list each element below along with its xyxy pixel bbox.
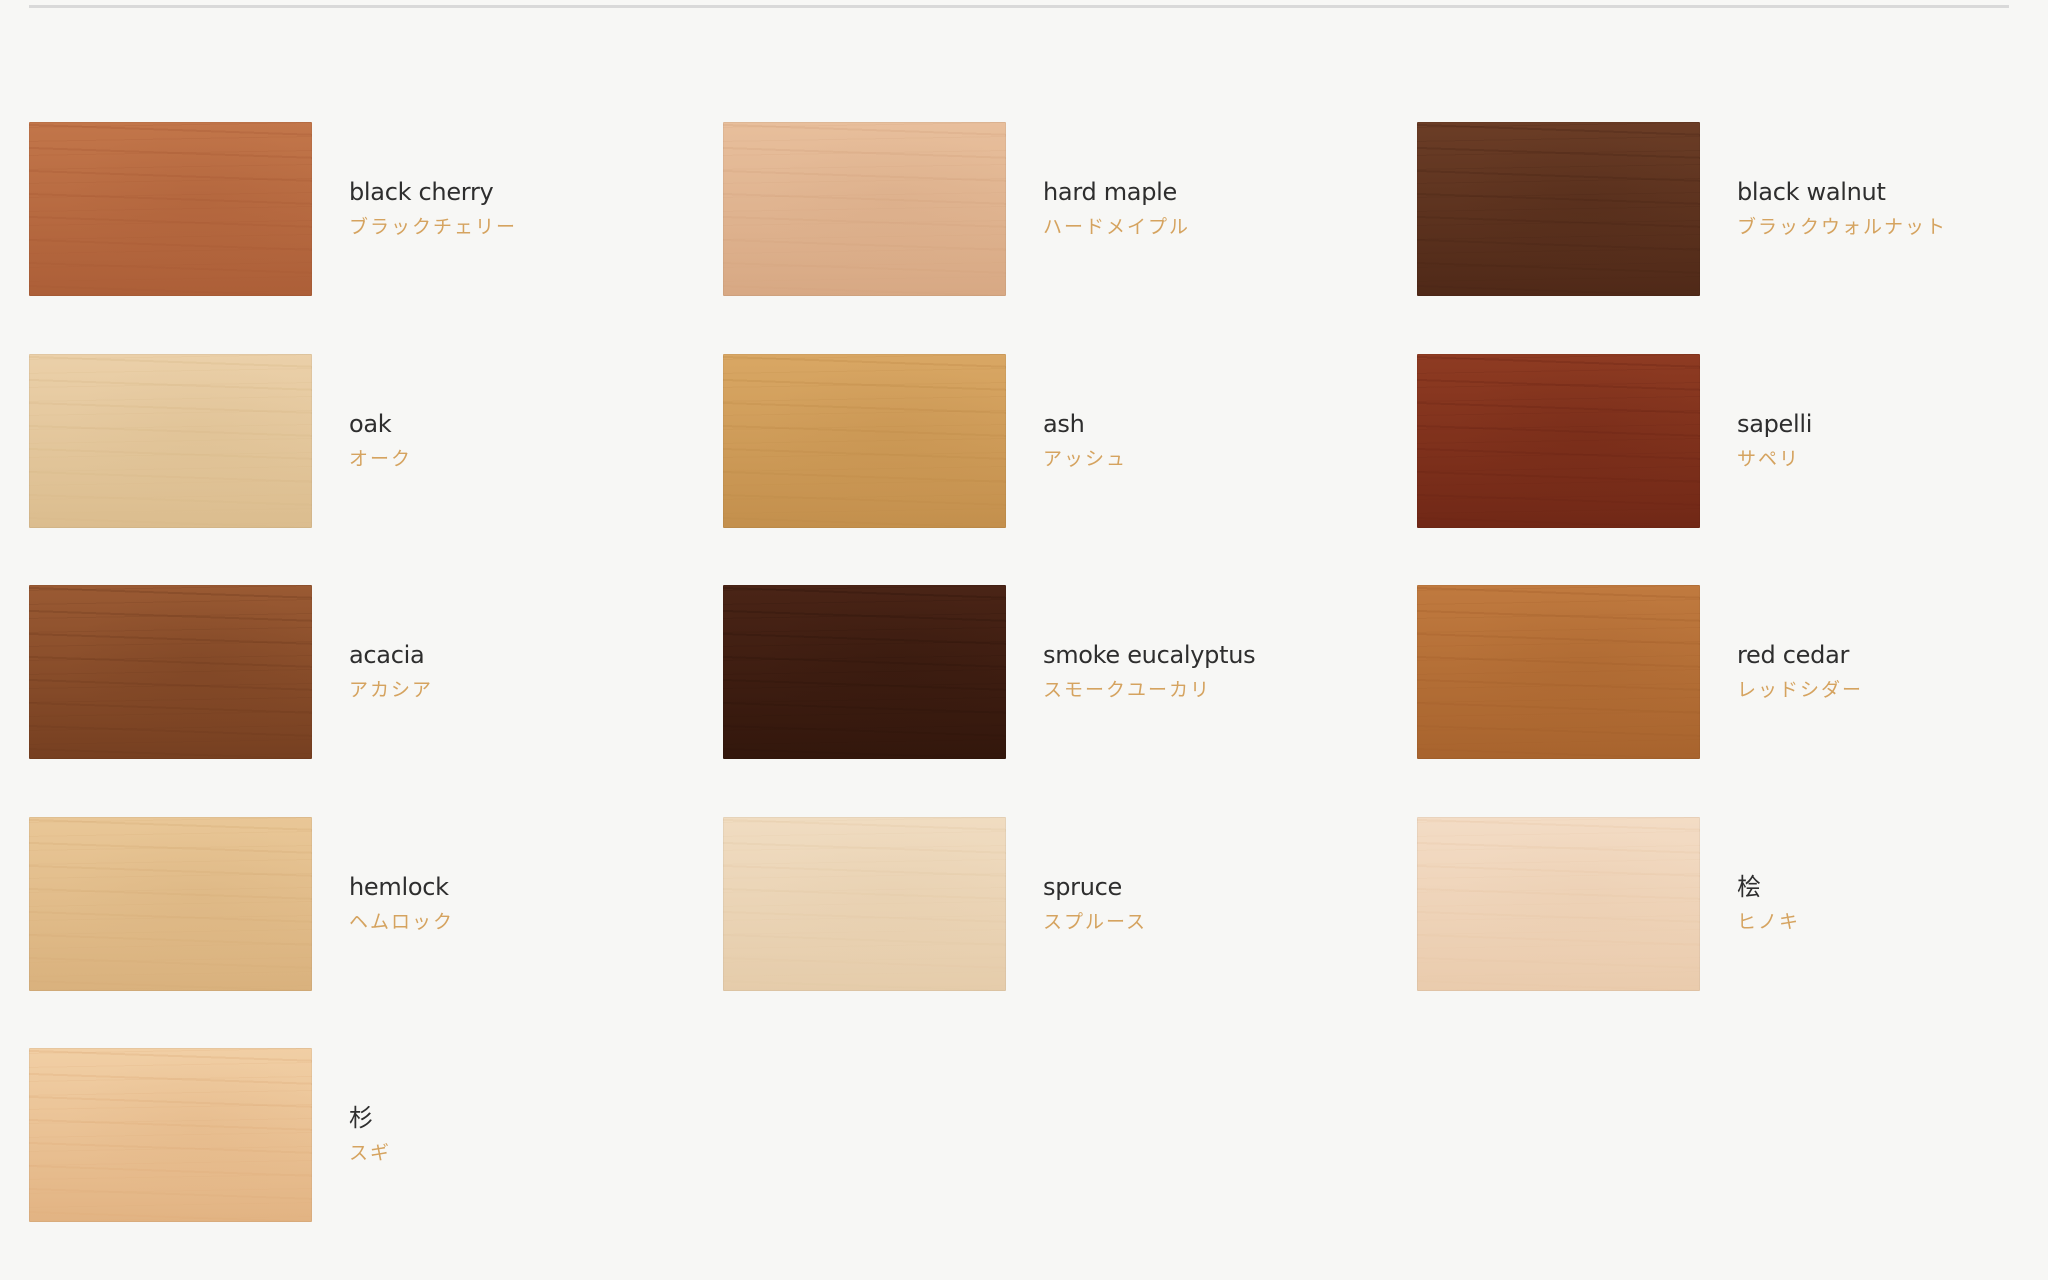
wood-label: 杉 スギ (349, 1048, 391, 1166)
wood-kana-name: アカシア (349, 679, 434, 701)
wood-label: oak オーク (349, 354, 412, 472)
wood-kana-name: スモークユーカリ (1043, 679, 1212, 701)
wood-name: 桧 (1737, 872, 1761, 901)
wood-label: red cedar レッドシダー (1737, 585, 1863, 703)
top-divider (29, 5, 2009, 8)
wood-item[interactable]: black cherry ブラックチェリー (29, 122, 723, 354)
hinoki-wood-swatch[interactable] (1417, 816, 1700, 991)
wood-name: red cedar (1737, 641, 1850, 669)
wood-label: acacia アカシア (349, 585, 433, 703)
wood-item[interactable]: black walnut ブラックウォルナット (1417, 122, 2017, 354)
wood-item[interactable]: red cedar レッドシダー (1417, 585, 2017, 817)
wood-species-grid: black cherry ブラックチェリー hard maple ハードメイプル… (29, 122, 2017, 1280)
wood-kana-name: アッシュ (1043, 447, 1128, 470)
wood-item[interactable]: hemlock ヘムロック (29, 816, 723, 1049)
wood-item[interactable]: hard maple ハードメイプル (723, 122, 1417, 354)
wood-item[interactable]: smoke eucalyptus スモークユーカリ (723, 585, 1417, 817)
wood-label: black walnut ブラックウォルナット (1737, 122, 1947, 240)
spruce-wood-swatch[interactable] (723, 816, 1006, 991)
wood-name: smoke eucalyptus (1043, 641, 1256, 669)
wood-item[interactable]: spruce スプルース (723, 816, 1417, 1049)
wood-label: ash アッシュ (1043, 354, 1127, 472)
wood-name: spruce (1043, 872, 1122, 901)
wood-kana-name: スプルース (1043, 910, 1148, 933)
wood-kana-name: ハードメイプル (1043, 216, 1191, 238)
hard-maple-wood-swatch[interactable] (723, 122, 1006, 296)
wood-kana-name: ヒノキ (1737, 910, 1801, 933)
wood-name: acacia (349, 641, 425, 669)
acacia-wood-swatch[interactable] (29, 585, 312, 759)
wood-item[interactable]: ash アッシュ (723, 353, 1417, 586)
wood-label: hemlock ヘムロック (349, 817, 454, 935)
wood-name: ash (1043, 409, 1085, 438)
wood-label: black cherry ブラックチェリー (349, 122, 517, 240)
wood-label: 桧 ヒノキ (1737, 817, 1800, 935)
wood-name: oak (349, 409, 392, 438)
wood-name: black cherry (349, 178, 494, 206)
ash-wood-swatch[interactable] (723, 353, 1006, 528)
smoke-eucalyptus-wood-swatch[interactable] (723, 585, 1006, 759)
wood-kana-name: レッドシダー (1737, 679, 1864, 701)
wood-item[interactable]: 桧 ヒノキ (1417, 816, 2017, 1049)
black-cherry-wood-swatch[interactable] (29, 122, 312, 296)
wood-item[interactable]: oak オーク (29, 353, 723, 586)
wood-kana-name: オーク (349, 447, 413, 470)
wood-kana-name: ブラックチェリー (349, 216, 518, 238)
wood-name: sapelli (1737, 409, 1813, 438)
wood-label: sapelli サペリ (1737, 354, 1812, 472)
wood-label: spruce スプルース (1043, 817, 1147, 935)
wood-kana-name: ヘムロック (349, 910, 455, 933)
black-walnut-wood-swatch[interactable] (1417, 122, 1700, 296)
red-cedar-wood-swatch[interactable] (1417, 585, 1700, 759)
wood-item[interactable]: sapelli サペリ (1417, 353, 2017, 586)
wood-label: smoke eucalyptus スモークユーカリ (1043, 585, 1256, 703)
wood-kana-name: ブラックウォルナット (1737, 216, 1948, 238)
sugi-wood-swatch[interactable] (29, 1048, 312, 1222)
wood-label: hard maple ハードメイプル (1043, 122, 1190, 240)
wood-item[interactable]: acacia アカシア (29, 585, 723, 817)
wood-kana-name: サペリ (1737, 447, 1801, 470)
wood-name: hemlock (349, 872, 449, 901)
wood-name: black walnut (1737, 178, 1886, 206)
wood-item[interactable]: 杉 スギ (29, 1048, 723, 1280)
hemlock-wood-swatch[interactable] (29, 816, 312, 991)
wood-kana-name: スギ (349, 1142, 392, 1164)
oak-wood-swatch[interactable] (29, 353, 312, 528)
sapelli-wood-swatch[interactable] (1417, 353, 1700, 528)
wood-name: 杉 (349, 1104, 373, 1132)
wood-name: hard maple (1043, 178, 1177, 206)
